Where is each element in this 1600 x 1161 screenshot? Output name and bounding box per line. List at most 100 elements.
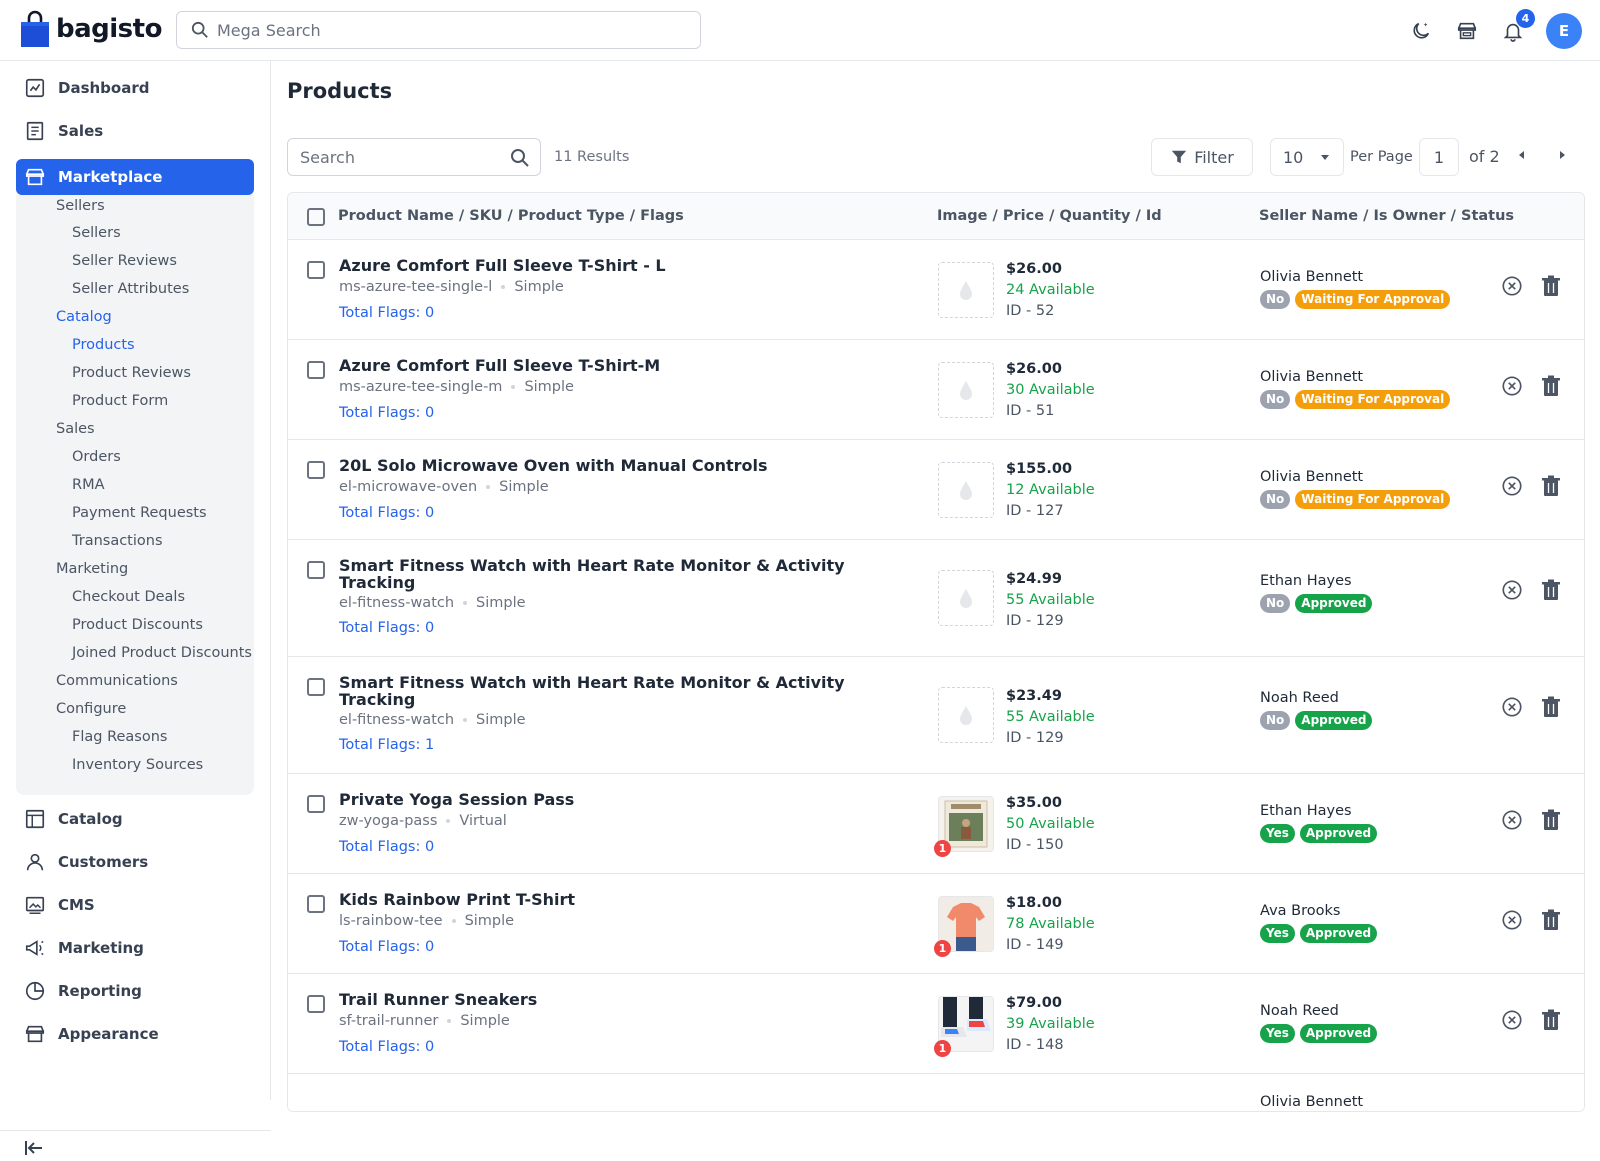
submenu-configure-group[interactable]: Configure [56,701,126,717]
logo[interactable]: bagisto [20,10,162,48]
product-id: ID - 52 [1006,303,1055,319]
header-seller[interactable]: Seller Name / Is Owner / Status [1259,208,1514,224]
sidebar-item-appearance[interactable]: Appearance [16,1016,254,1052]
separator-dot [511,385,516,389]
total-flags-link[interactable]: Total Flags: 0 [339,939,434,955]
header-product[interactable]: Product Name / SKU / Product Type / Flag… [338,208,684,224]
sidebar-item-catalog[interactable]: Catalog [16,801,254,837]
submenu-product-discounts[interactable]: Product Discounts [72,617,203,633]
page-number-input[interactable]: 1 [1419,138,1459,176]
datagrid-search-input[interactable]: Search [287,138,541,176]
product-quantity: 24 Available [1006,282,1095,298]
sidebar-item-cms[interactable]: CMS [16,887,254,923]
seller-name: Ethan Hayes [1260,803,1352,819]
sidebar-item-customers[interactable]: Customers [16,844,254,880]
submenu-sales-group[interactable]: Sales [56,421,95,437]
submenu-inventory-sources[interactable]: Inventory Sources [72,757,203,773]
mega-search-input[interactable]: Mega Search [176,11,701,49]
reject-product-button[interactable] [1501,275,1523,301]
reject-product-button[interactable] [1501,809,1523,835]
trash-icon [1541,275,1561,301]
search-icon[interactable] [510,148,530,168]
reject-product-button[interactable] [1501,696,1523,722]
per-page-value: 10 [1283,147,1304,167]
row-checkbox[interactable] [307,678,325,696]
product-name[interactable]: Smart Fitness Watch with Heart Rate Moni… [339,674,859,708]
table-row: Private Yoga Session Pass zw-yoga-pass Vir… [288,774,1584,874]
product-name[interactable]: 20L Solo Microwave Oven with Manual Cont… [339,457,859,474]
submenu-payment-requests[interactable]: Payment Requests [72,505,207,521]
submenu-sellers[interactable]: Sellers [72,225,121,241]
reject-product-button[interactable] [1501,1009,1523,1035]
submenu-product-form[interactable]: Product Form [72,393,168,409]
submenu-joined-product-discounts[interactable]: Joined Product Discounts [72,645,252,661]
reject-product-button[interactable] [1501,475,1523,501]
reject-product-button[interactable] [1501,579,1523,605]
row-checkbox[interactable] [307,461,325,479]
sidebar-item-sales[interactable]: Sales [16,113,254,149]
sidebar-item-dashboard[interactable]: Dashboard [16,70,254,106]
sidebar-item-marketplace[interactable]: Marketplace [16,159,254,195]
row-checkbox[interactable] [307,361,325,379]
submenu-product-reviews[interactable]: Product Reviews [72,365,191,381]
notifications-button[interactable]: 4 [1500,9,1535,44]
delete-product-button[interactable] [1541,696,1561,722]
total-flags-link[interactable]: Total Flags: 0 [339,1039,434,1055]
reject-product-button[interactable] [1501,375,1523,401]
product-name[interactable]: Kids Rainbow Print T-Shirt [339,891,859,908]
delete-product-button[interactable] [1541,909,1561,935]
delete-product-button[interactable] [1541,275,1561,301]
submenu-communications[interactable]: Communications [56,673,178,689]
product-name[interactable]: Azure Comfort Full Sleeve T-Shirt-M [339,357,859,374]
product-id: ID - 149 [1006,937,1064,953]
total-flags-link[interactable]: Total Flags: 0 [339,839,434,855]
submenu-flag-reasons[interactable]: Flag Reasons [72,729,167,745]
previous-page-icon[interactable] [1514,147,1530,163]
sidebar-item-reporting[interactable]: Reporting [16,973,254,1009]
product-id: ID - 150 [1006,837,1064,853]
row-checkbox[interactable] [307,561,325,579]
reject-product-button[interactable] [1501,909,1523,935]
per-page-select[interactable]: 10 [1270,138,1344,176]
submenu-orders[interactable]: Orders [72,449,121,465]
delete-product-button[interactable] [1541,375,1561,401]
select-all-checkbox[interactable] [307,208,325,226]
submenu-seller-attributes[interactable]: Seller Attributes [72,281,189,297]
total-flags-link[interactable]: Total Flags: 0 [339,505,434,521]
product-name[interactable]: Private Yoga Session Pass [339,791,859,808]
sidebar-item-marketing[interactable]: Marketing [16,930,254,966]
product-name[interactable]: Trail Runner Sneakers [339,991,859,1008]
row-checkbox[interactable] [307,795,325,813]
next-page-icon[interactable] [1554,147,1570,163]
submenu-marketing-group[interactable]: Marketing [56,561,128,577]
avatar[interactable]: E [1546,13,1582,49]
submenu-products[interactable]: Products [72,337,135,353]
row-checkbox[interactable] [307,261,325,279]
row-checkbox[interactable] [307,995,325,1013]
separator-dot [447,1019,452,1023]
submenu-seller-reviews[interactable]: Seller Reviews [72,253,177,269]
dark-mode-toggle[interactable] [1408,18,1434,44]
delete-product-button[interactable] [1541,475,1561,501]
total-flags-link[interactable]: Total Flags: 0 [339,405,434,421]
total-flags-link[interactable]: Total Flags: 1 [339,737,434,753]
product-id: ID - 127 [1006,503,1064,519]
delete-product-button[interactable] [1541,809,1561,835]
delete-product-button[interactable] [1541,1009,1561,1035]
seller-name: Noah Reed [1260,1003,1339,1019]
delete-product-button[interactable] [1541,579,1561,605]
storefront-button[interactable] [1454,18,1480,44]
total-flags-link[interactable]: Total Flags: 0 [339,305,434,321]
submenu-catalog-group[interactable]: Catalog [56,309,112,325]
submenu-rma[interactable]: RMA [72,477,105,493]
total-flags-link[interactable]: Total Flags: 0 [339,620,434,636]
row-checkbox[interactable] [307,895,325,913]
product-name[interactable]: Azure Comfort Full Sleeve T-Shirt - L [339,257,859,274]
submenu-sellers-group[interactable]: Sellers [56,198,105,214]
product-name[interactable]: Smart Fitness Watch with Heart Rate Moni… [339,557,859,591]
submenu-checkout-deals[interactable]: Checkout Deals [72,589,185,605]
submenu-transactions[interactable]: Transactions [72,533,163,549]
header-image-price[interactable]: Image / Price / Quantity / Id [937,208,1162,224]
filter-button[interactable]: Filter [1151,138,1253,176]
collapse-sidebar-icon[interactable] [24,1139,44,1157]
